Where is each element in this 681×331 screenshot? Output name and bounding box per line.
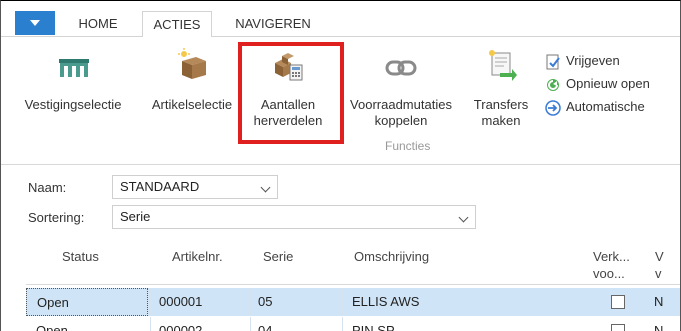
cell-v[interactable]: N <box>654 317 663 331</box>
voorraadmutaties-koppelen-button[interactable]: Voorraadmutaties koppelen <box>339 37 463 137</box>
items-grid: Status Artikelnr. Serie Omschrijving Ver… <box>26 237 680 331</box>
header-v-line2: v <box>655 266 662 281</box>
cell-omschrijving[interactable]: PIN SP <box>352 317 395 331</box>
column-divider <box>250 317 251 331</box>
cell-artikelnr[interactable]: 000002 <box>159 317 202 331</box>
transfers-label-line1: Transfers <box>473 97 529 112</box>
opnieuw-openen-label: Opnieuw open <box>566 76 650 91</box>
voorraadmutaties-label-line1: Voorraadmutaties <box>350 97 452 112</box>
tab-acties[interactable]: ACTIES <box>142 11 212 38</box>
filter-form: Naam: STANDAARD Sortering: Serie <box>1 166 680 232</box>
verkoop-checkbox[interactable] <box>611 295 625 309</box>
tab-home[interactable]: HOME <box>63 11 133 38</box>
app-window: HOME ACTIES NAVIGEREN Vestigingselectie <box>0 0 681 331</box>
vrijgeven-label: Vrijgeven <box>566 53 620 68</box>
vestigingselectie-label: Vestigingselectie <box>24 97 122 112</box>
cell-omschrijving[interactable]: ELLIS AWS <box>352 288 419 316</box>
link-chain-icon <box>385 60 417 76</box>
verkoop-checkbox[interactable] <box>611 324 625 331</box>
vestigingselectie-button[interactable]: Vestigingselectie <box>9 37 137 137</box>
column-divider <box>150 317 151 331</box>
header-verkoop-line1[interactable]: Verk... <box>593 248 630 265</box>
table-row[interactable]: Open 000002 04 PIN SP N <box>26 317 680 331</box>
chevron-down-icon <box>458 212 469 223</box>
cell-v[interactable]: N <box>654 288 663 316</box>
table-row[interactable]: Open 000001 05 ELLIS AWS N <box>26 288 680 316</box>
automatische-label: Automatische <box>566 99 645 114</box>
transfers-maken-button[interactable]: Transfers maken <box>466 37 536 137</box>
ribbon-tab-bar: HOME ACTIES NAVIGEREN <box>1 7 680 38</box>
highlight-box <box>238 42 344 144</box>
artikelselectie-label: Artikelselectie <box>151 97 233 112</box>
sortering-value: Serie <box>120 209 151 224</box>
tab-navigeren[interactable]: NAVIGEREN <box>225 11 321 38</box>
artikelselectie-button[interactable]: Artikelselectie <box>140 37 244 137</box>
cell-status[interactable]: Open <box>26 288 148 316</box>
column-divider <box>342 317 343 331</box>
header-verkoop-line2: voo... <box>593 266 625 281</box>
cell-status[interactable]: Open <box>26 317 68 331</box>
grid-header: Status Artikelnr. Serie Omschrijving Ver… <box>26 237 680 285</box>
column-divider <box>250 288 251 316</box>
cell-serie[interactable]: 04 <box>258 317 272 331</box>
sortering-select[interactable]: Serie <box>112 205 476 229</box>
cell-artikelnr[interactable]: 000001 <box>159 288 202 316</box>
location-icon <box>59 59 89 77</box>
column-divider <box>150 288 151 316</box>
cell-serie[interactable]: 05 <box>258 288 272 316</box>
application-menu-button[interactable] <box>15 11 55 35</box>
naam-value: STANDAARD <box>120 179 200 194</box>
header-artikelnr[interactable]: Artikelnr. <box>172 248 223 265</box>
vrijgeven-button[interactable]: Vrijgeven <box>543 51 650 74</box>
naam-select[interactable]: STANDAARD <box>112 175 278 199</box>
chevron-down-icon <box>260 182 271 193</box>
dropdown-arrow-icon <box>30 20 40 26</box>
header-omschrijving[interactable]: Omschrijving <box>354 248 429 265</box>
column-divider <box>342 288 343 316</box>
functies-group-label: Functies <box>385 139 431 153</box>
header-status[interactable]: Status <box>62 248 99 265</box>
sortering-label: Sortering: <box>28 210 85 225</box>
automatic-arrow-icon <box>545 100 561 116</box>
item-box-icon <box>178 48 206 79</box>
transfers-label-line2: maken <box>481 113 521 128</box>
automatische-button[interactable]: Automatische <box>543 97 650 120</box>
header-serie[interactable]: Serie <box>263 248 293 265</box>
voorraadmutaties-label-line2: koppelen <box>374 113 428 128</box>
ribbon: Vestigingselectie Artikelselectie Aantal… <box>1 37 680 165</box>
transfer-document-icon <box>489 50 517 81</box>
release-document-icon <box>546 54 560 70</box>
naam-label: Naam: <box>28 180 67 195</box>
opnieuw-openen-button[interactable]: Opnieuw open <box>543 74 650 97</box>
header-v-line1[interactable]: V <box>655 248 664 265</box>
small-actions-list: Vrijgeven Opnieuw open Automatische <box>543 51 650 120</box>
reopen-icon <box>547 79 559 91</box>
